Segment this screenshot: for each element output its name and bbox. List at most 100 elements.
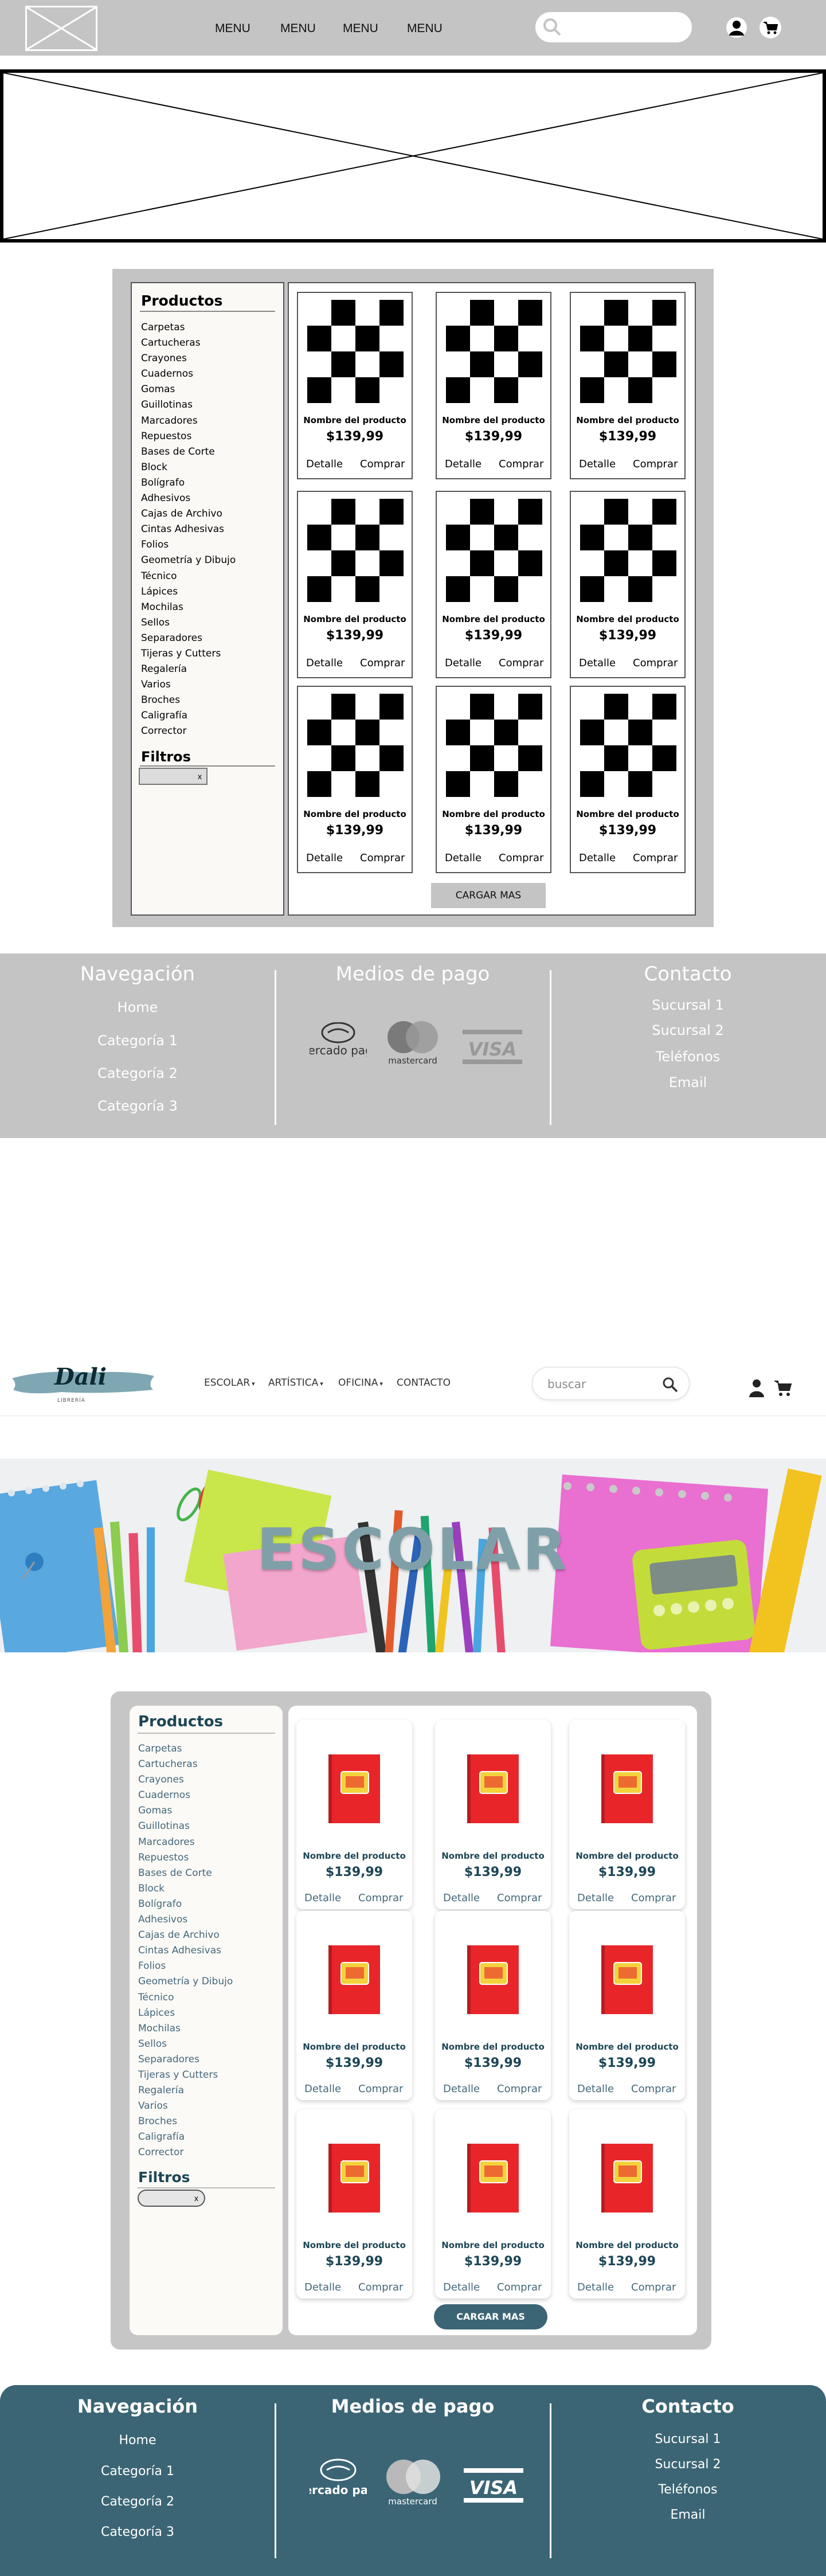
- load-more-button[interactable]: CARGAR MAS: [431, 883, 546, 908]
- product-card[interactable]: Nombre del producto $139,99 Detalle Comprar: [297, 292, 413, 479]
- sidebar-category-item[interactable]: Corrector: [141, 724, 236, 739]
- buy-link[interactable]: Comprar: [497, 1892, 542, 1904]
- filter-chip[interactable]: x: [138, 2190, 205, 2207]
- buy-link[interactable]: Comprar: [633, 852, 678, 864]
- detail-link[interactable]: Detalle: [445, 657, 481, 669]
- product-card[interactable]: Nombre del producto $139,99 Detalle Comprar: [570, 491, 686, 678]
- sidebar-category-item[interactable]: Caligrafía: [141, 708, 236, 724]
- sidebar-category-item[interactable]: Broches: [141, 693, 236, 708]
- sidebar-category-item[interactable]: Geometría y Dibujo: [141, 553, 236, 568]
- sidebar-category-item[interactable]: Marcadores: [138, 1835, 233, 1850]
- buy-link[interactable]: Comprar: [358, 2281, 403, 2293]
- sidebar-category-item[interactable]: Bolígrafo: [141, 475, 236, 491]
- nav-oficina[interactable]: OFICINA ▾: [338, 1377, 383, 1389]
- sidebar-category-item[interactable]: Geometría y Dibujo: [138, 1974, 233, 1989]
- product-card[interactable]: Nombre del producto $139,99 Detalle Comprar: [435, 2109, 551, 2299]
- sidebar-category-item[interactable]: Regalería: [138, 2083, 233, 2098]
- detail-link[interactable]: Detalle: [306, 852, 343, 864]
- buy-link[interactable]: Comprar: [631, 2083, 676, 2095]
- detail-link[interactable]: Detalle: [445, 458, 481, 470]
- sidebar-category-item[interactable]: Cartucheras: [141, 335, 236, 351]
- nav-escolar[interactable]: ESCOLAR ▾: [204, 1377, 255, 1389]
- sidebar-category-item[interactable]: Block: [138, 1881, 233, 1897]
- buy-link[interactable]: Comprar: [358, 2083, 403, 2095]
- sidebar-category-item[interactable]: Sellos: [141, 615, 236, 631]
- sidebar-category-item[interactable]: Gomas: [141, 382, 236, 397]
- nav-menu-2[interactable]: MENU: [280, 22, 316, 36]
- sidebar-category-item[interactable]: Crayones: [138, 1772, 233, 1788]
- sidebar-category-item[interactable]: Caligrafía: [138, 2129, 233, 2145]
- detail-link[interactable]: Detalle: [577, 2281, 614, 2293]
- buy-link[interactable]: Comprar: [360, 657, 405, 669]
- sidebar-category-item[interactable]: Guillotinas: [138, 1819, 233, 1834]
- sidebar-category-item[interactable]: Cajas de Archivo: [141, 506, 236, 522]
- footer-link-home[interactable]: Home: [23, 999, 252, 1015]
- detail-link[interactable]: Detalle: [304, 1892, 341, 1904]
- buy-link[interactable]: Comprar: [499, 657, 543, 669]
- buy-link[interactable]: Comprar: [499, 852, 543, 864]
- sidebar-category-item[interactable]: Regalería: [141, 662, 236, 677]
- sidebar-category-item[interactable]: Cuadernos: [141, 366, 236, 382]
- buy-link[interactable]: Comprar: [633, 657, 678, 669]
- sidebar-category-item[interactable]: Corrector: [138, 2145, 233, 2160]
- detail-link[interactable]: Detalle: [443, 2281, 480, 2293]
- sidebar-category-item[interactable]: Folios: [141, 537, 236, 553]
- product-card[interactable]: Nombre del producto $139,99 Detalle Comprar: [436, 686, 551, 873]
- detail-link[interactable]: Detalle: [577, 1892, 614, 1904]
- detail-link[interactable]: Detalle: [304, 2281, 341, 2293]
- product-card[interactable]: Nombre del producto $139,99 Detalle Comprar: [297, 686, 413, 873]
- detail-link[interactable]: Detalle: [443, 2083, 480, 2095]
- sidebar-category-item[interactable]: Block: [141, 460, 236, 475]
- product-card[interactable]: Nombre del producto $139,99 Detalle Comprar: [569, 1720, 685, 1909]
- cart-icon[interactable]: [773, 1378, 793, 1398]
- detail-link[interactable]: Detalle: [443, 1892, 480, 1904]
- product-card[interactable]: Nombre del producto $139,99 Detalle Comprar: [570, 686, 686, 873]
- nav-menu-3[interactable]: MENU: [343, 22, 378, 36]
- product-card[interactable]: Nombre del producto $139,99 Detalle Comprar: [569, 1911, 685, 2100]
- sidebar-category-item[interactable]: Folios: [138, 1959, 233, 1974]
- footer-link-email[interactable]: Email: [573, 2508, 802, 2522]
- sidebar-category-item[interactable]: Marcadores: [141, 413, 236, 429]
- sidebar-category-item[interactable]: Bases de Corte: [138, 1866, 233, 1881]
- product-card[interactable]: Nombre del producto $139,99 Detalle Comprar: [297, 491, 413, 678]
- detail-link[interactable]: Detalle: [304, 2083, 341, 2095]
- footer-link-home[interactable]: Home: [23, 2433, 252, 2448]
- sidebar-category-item[interactable]: Carpetas: [141, 320, 236, 335]
- sidebar-category-item[interactable]: Tijeras y Cutters: [138, 2067, 233, 2083]
- sidebar-category-item[interactable]: Separadores: [141, 631, 236, 646]
- buy-link[interactable]: Comprar: [633, 458, 678, 470]
- detail-link[interactable]: Detalle: [306, 657, 343, 669]
- search-input[interactable]: [535, 12, 692, 42]
- sidebar-category-item[interactable]: Tijeras y Cutters: [141, 646, 236, 662]
- detail-link[interactable]: Detalle: [579, 852, 616, 864]
- sidebar-category-item[interactable]: Lápices: [138, 2006, 233, 2021]
- footer-link-phones[interactable]: Teléfonos: [573, 2483, 802, 2497]
- buy-link[interactable]: Comprar: [358, 1892, 403, 1904]
- footer-link-category-2[interactable]: Categoría 2: [23, 2495, 252, 2509]
- footer-link-branch-1[interactable]: Sucursal 1: [573, 2432, 802, 2446]
- product-card[interactable]: Nombre del producto $139,99 Detalle Comprar: [435, 1911, 551, 2100]
- product-card[interactable]: Nombre del producto $139,99 Detalle Comprar: [436, 491, 551, 678]
- cart-icon[interactable]: [759, 16, 782, 39]
- filter-chip[interactable]: x: [139, 768, 208, 785]
- sidebar-category-item[interactable]: Bolígrafo: [138, 1897, 233, 1912]
- sidebar-category-item[interactable]: Mochilas: [138, 2021, 233, 2036]
- sidebar-category-item[interactable]: Repuestos: [138, 1850, 233, 1866]
- sidebar-category-item[interactable]: Técnico: [141, 569, 236, 584]
- logo-placeholder[interactable]: [25, 6, 97, 51]
- sidebar-category-item[interactable]: Técnico: [138, 1990, 233, 2006]
- sidebar-category-item[interactable]: Mochilas: [141, 600, 236, 615]
- sidebar-category-item[interactable]: Repuestos: [141, 429, 236, 444]
- user-icon[interactable]: [726, 17, 747, 38]
- product-card[interactable]: Nombre del producto $139,99 Detalle Comprar: [569, 2109, 685, 2299]
- buy-link[interactable]: Comprar: [497, 2281, 542, 2293]
- footer-link-branch-2[interactable]: Sucursal 2: [573, 1022, 802, 1038]
- sidebar-category-item[interactable]: Separadores: [138, 2052, 233, 2067]
- sidebar-category-item[interactable]: Broches: [138, 2114, 233, 2129]
- search-input[interactable]: buscar: [532, 1367, 690, 1400]
- nav-menu-4[interactable]: MENU: [407, 22, 443, 36]
- buy-link[interactable]: Comprar: [360, 852, 405, 864]
- sidebar-category-item[interactable]: Varios: [138, 2098, 233, 2114]
- detail-link[interactable]: Detalle: [579, 657, 616, 669]
- sidebar-category-item[interactable]: Cintas Adhesivas: [138, 1943, 233, 1959]
